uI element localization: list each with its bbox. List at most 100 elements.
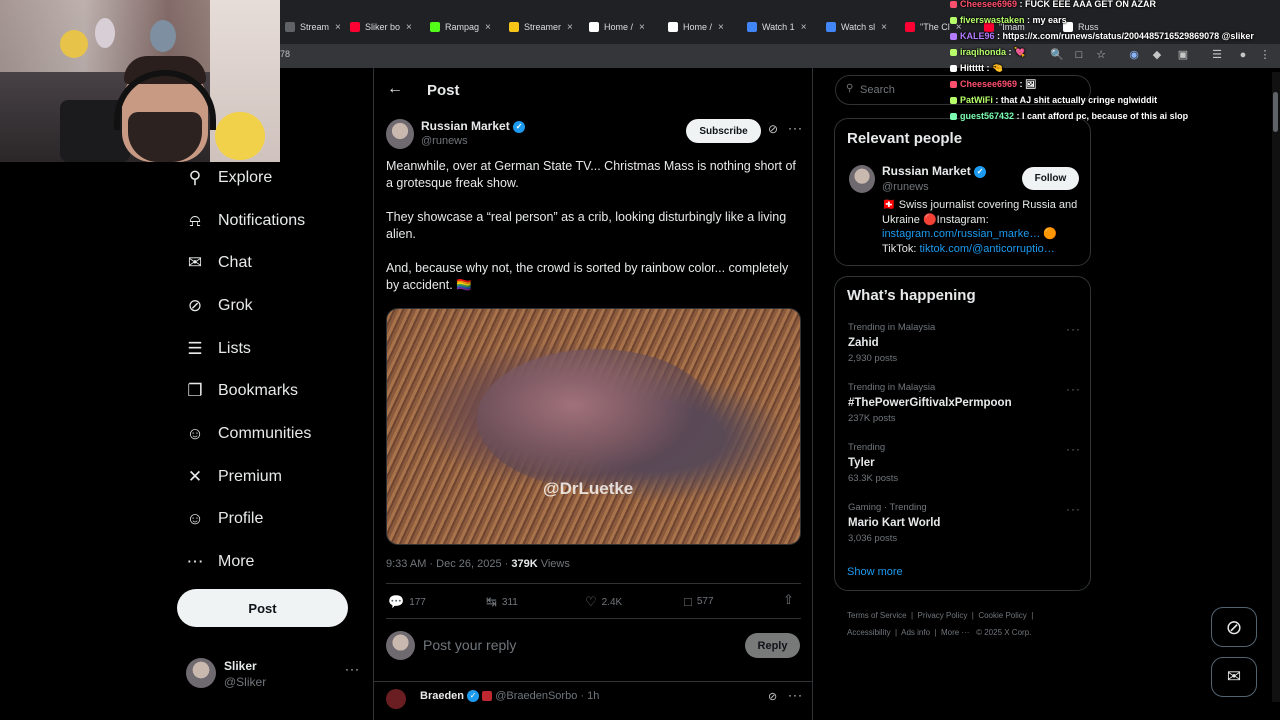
browser-tab[interactable]: Streamer × <box>509 16 573 38</box>
reply-button[interactable]: Reply <box>745 633 800 658</box>
page-scrollbar[interactable] <box>1272 72 1280 702</box>
reply-more-icon[interactable]: ··· <box>788 688 803 702</box>
compose-post-button[interactable]: Post <box>177 589 348 627</box>
page-title: Post <box>427 82 460 99</box>
tab-close-icon[interactable]: × <box>718 22 724 33</box>
like-action[interactable]: ♡ 2.4K <box>585 594 622 610</box>
tab-close-icon[interactable]: × <box>881 22 887 33</box>
next-reply-header[interactable]: Braeden ✓ @BraedenSorbo · 1h <box>420 690 600 703</box>
person-avatar[interactable] <box>849 165 875 193</box>
bio-text: 🇨🇭 Swiss journalist covering Russia and … <box>882 199 1078 226</box>
reply-input[interactable]: Post your reply <box>423 637 516 653</box>
browser-tab[interactable]: Stream × <box>285 16 341 38</box>
person-name[interactable]: Russian Market ✓ <box>882 164 987 178</box>
sidebar-item-label: Grok <box>218 297 253 314</box>
tab-close-icon[interactable]: × <box>485 22 491 33</box>
footer-link[interactable]: More ··· <box>941 628 969 637</box>
sidebar-item-explore[interactable]: ⚲ Explore <box>184 163 272 193</box>
sidebar-item-more[interactable]: ⋯ More <box>184 547 255 577</box>
tab-label: Streamer <box>524 22 562 32</box>
tab-close-icon[interactable]: × <box>567 22 573 33</box>
sidebar-item-label: More <box>218 553 255 570</box>
account-more-icon[interactable]: ··· <box>345 662 360 676</box>
tab-close-icon[interactable]: × <box>801 22 807 33</box>
next-reply-name: Braeden <box>420 690 465 702</box>
share-icon[interactable]: ⇧ <box>783 592 794 608</box>
follow-button[interactable]: Follow <box>1022 167 1079 190</box>
mail-icon: ✉ <box>1226 667 1242 686</box>
browser-tab[interactable]: Rampag × <box>430 16 491 38</box>
trend-more-icon[interactable]: ··· <box>1066 322 1081 336</box>
verified-badge-icon: ✓ <box>513 120 526 133</box>
trend-item[interactable]: Trending in Malaysia #ThePowerGiftivalxPe… <box>848 382 1083 424</box>
tab-label: Home / <box>683 22 713 32</box>
footer-link[interactable]: Privacy Policy <box>918 611 968 620</box>
post-paragraph: And, because why not, the crowd is sorte… <box>386 261 789 292</box>
next-reply-handle: @BraedenSorbo <box>495 690 578 702</box>
author-avatar[interactable] <box>386 119 414 149</box>
sidebar-item-label: Explore <box>218 169 273 186</box>
browser-tab[interactable]: Watch sl × <box>826 16 887 38</box>
tab-close-icon[interactable]: × <box>639 22 645 33</box>
post-media[interactable]: @DrLuetke <box>386 308 801 545</box>
trend-more-icon[interactable]: ··· <box>1066 442 1081 456</box>
browser-tab[interactable]: Sliker bo × <box>350 16 412 38</box>
tab-label: Rampag <box>445 22 480 32</box>
trend-more-icon[interactable]: ··· <box>1066 502 1081 516</box>
sidebar-item-bookmarks[interactable]: ❐ Bookmarks <box>184 376 298 406</box>
chat-text: https://x.com/runews/status/200448571652… <box>1002 31 1254 41</box>
bio-emoji: 🟠 <box>1043 228 1058 240</box>
bookmark-action[interactable]: □ 577 <box>684 594 714 609</box>
list-icon: ☰ <box>187 339 203 358</box>
trend-more-icon[interactable]: ··· <box>1066 382 1081 396</box>
trend-item[interactable]: Trending Tyler 63.3K posts ··· <box>848 442 1083 484</box>
trend-item[interactable]: Gaming · Trending Mario Kart World 3,036 p… <box>848 502 1083 544</box>
sidebar-item-grok[interactable]: ⊘ Grok <box>184 291 253 321</box>
person-handle[interactable]: @runews <box>882 181 929 193</box>
bio-tiktok-link[interactable]: tiktok.com/@anticorruptio… <box>920 243 1055 255</box>
footer-link[interactable]: Accessibility <box>847 628 891 637</box>
repost-action[interactable]: ↹ 311 <box>486 594 518 610</box>
subscribe-button[interactable]: Subscribe <box>686 119 761 143</box>
chat-badge-icon <box>950 1 957 9</box>
grok-icon[interactable]: ⊘ <box>768 122 778 136</box>
tab-favicon-icon <box>430 22 440 32</box>
repost-icon: ↹ <box>486 594 497 609</box>
sidebar-item-profile[interactable]: ☺ Profile <box>184 504 263 534</box>
sidebar-item-lists[interactable]: ☰ Lists <box>184 334 251 364</box>
author-name[interactable]: Russian Market ✓ <box>421 119 526 133</box>
footer-link[interactable]: Terms of Service <box>847 611 907 620</box>
bio-instagram-link[interactable]: instagram.com/russian_marke… <box>882 228 1040 240</box>
sidebar-item-label: Profile <box>218 510 264 527</box>
view-count: 379K <box>511 558 538 570</box>
browser-tab[interactable]: Home / × <box>589 16 645 38</box>
search-input[interactable]: Search <box>860 84 895 96</box>
chat-message: Hittttt : 🤏 <box>950 60 1280 76</box>
footer-link[interactable]: Cookie Policy <box>978 611 1026 620</box>
back-arrow-icon[interactable]: ← <box>387 80 403 98</box>
sidebar-item-notifications[interactable]: ⍾ Notifications <box>184 206 305 236</box>
next-reply-time: · 1h <box>580 690 600 702</box>
tab-close-icon[interactable]: × <box>335 22 341 33</box>
trend-item[interactable]: Trending in Malaysia Zahid 2,930 posts ··· <box>848 322 1083 364</box>
trend-name: #ThePowerGiftivalxPermpoon <box>848 397 1012 409</box>
sidebar-item-premium[interactable]: ✕ Premium <box>184 462 282 492</box>
account-switcher[interactable]: Sliker @Sliker ··· <box>186 658 361 694</box>
post-more-icon[interactable]: ··· <box>788 121 803 135</box>
browser-tab[interactable]: Watch 1 × <box>747 16 807 38</box>
author-handle[interactable]: @runews <box>421 135 468 147</box>
tab-favicon-icon <box>509 22 519 32</box>
sidebar-item-chat[interactable]: ✉ Chat <box>184 248 252 278</box>
grok-icon[interactable]: ⊘ <box>768 690 777 703</box>
tab-close-icon[interactable]: × <box>406 22 412 33</box>
reply-action[interactable]: 💬 177 <box>388 594 426 610</box>
grok-float-button[interactable]: ⊘ <box>1211 607 1257 647</box>
browser-tab[interactable]: Home / × <box>668 16 724 38</box>
next-reply-avatar[interactable] <box>386 689 406 709</box>
chat-username: guest567432 <box>960 111 1015 121</box>
messages-float-button[interactable]: ✉ <box>1211 657 1257 697</box>
chat-username: iraqihonda <box>960 47 1007 57</box>
sidebar-item-communities[interactable]: ☺ Communities <box>184 419 311 449</box>
footer-link[interactable]: Ads info <box>901 628 930 637</box>
show-more-link[interactable]: Show more <box>847 566 903 578</box>
